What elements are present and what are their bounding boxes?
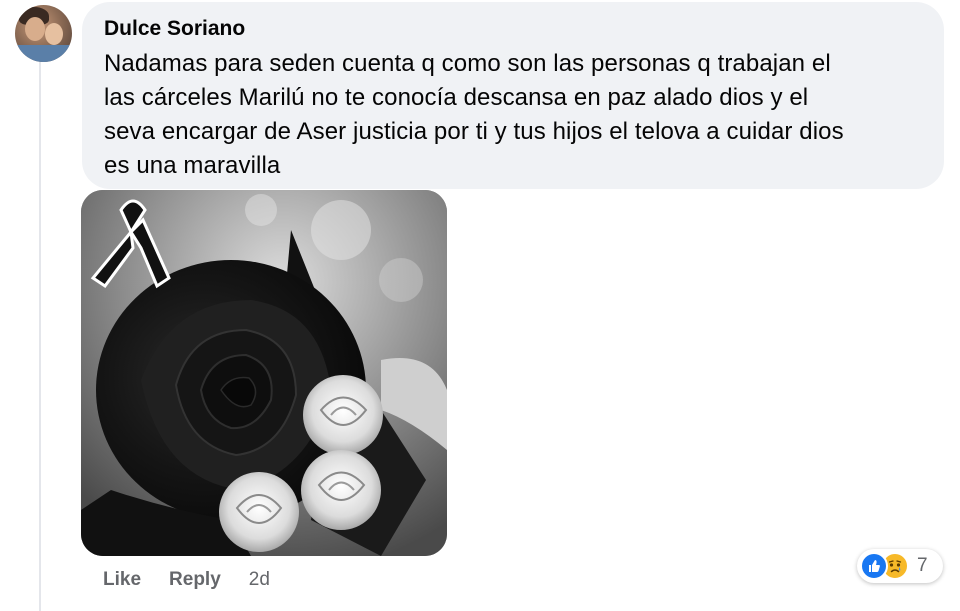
comment-actions: Like Reply 2d xyxy=(103,567,270,593)
comment-text-line: las cárceles Marilú no te conocía descan… xyxy=(104,84,809,111)
like-link[interactable]: Like xyxy=(103,569,141,591)
thread-line xyxy=(39,62,41,611)
comment-attachment-photo[interactable] xyxy=(81,190,447,556)
reaction-count: 7 xyxy=(917,555,928,576)
comment-text-line: seva encargar de Aser justicia por ti y … xyxy=(104,118,844,145)
avatar-face xyxy=(25,17,45,41)
comment-text: Nadamas para seden cuenta q como son las… xyxy=(104,47,922,183)
like-icon xyxy=(860,552,888,580)
mourning-rose-image xyxy=(81,190,447,556)
reply-link[interactable]: Reply xyxy=(169,569,221,591)
avatar[interactable] xyxy=(15,5,72,62)
comment-text-line: Nadamas para seden cuenta q como son las… xyxy=(104,50,831,77)
avatar-shirt xyxy=(15,45,72,62)
comment-text-line: es una maravilla xyxy=(104,152,281,179)
reactions-summary[interactable]: 7 xyxy=(857,549,943,583)
timestamp[interactable]: 2d xyxy=(249,569,270,591)
comment-author[interactable]: Dulce Soriano xyxy=(104,16,922,42)
comment-bubble: Dulce Soriano Nadamas para seden cuenta … xyxy=(82,2,944,189)
avatar-face xyxy=(45,23,63,45)
